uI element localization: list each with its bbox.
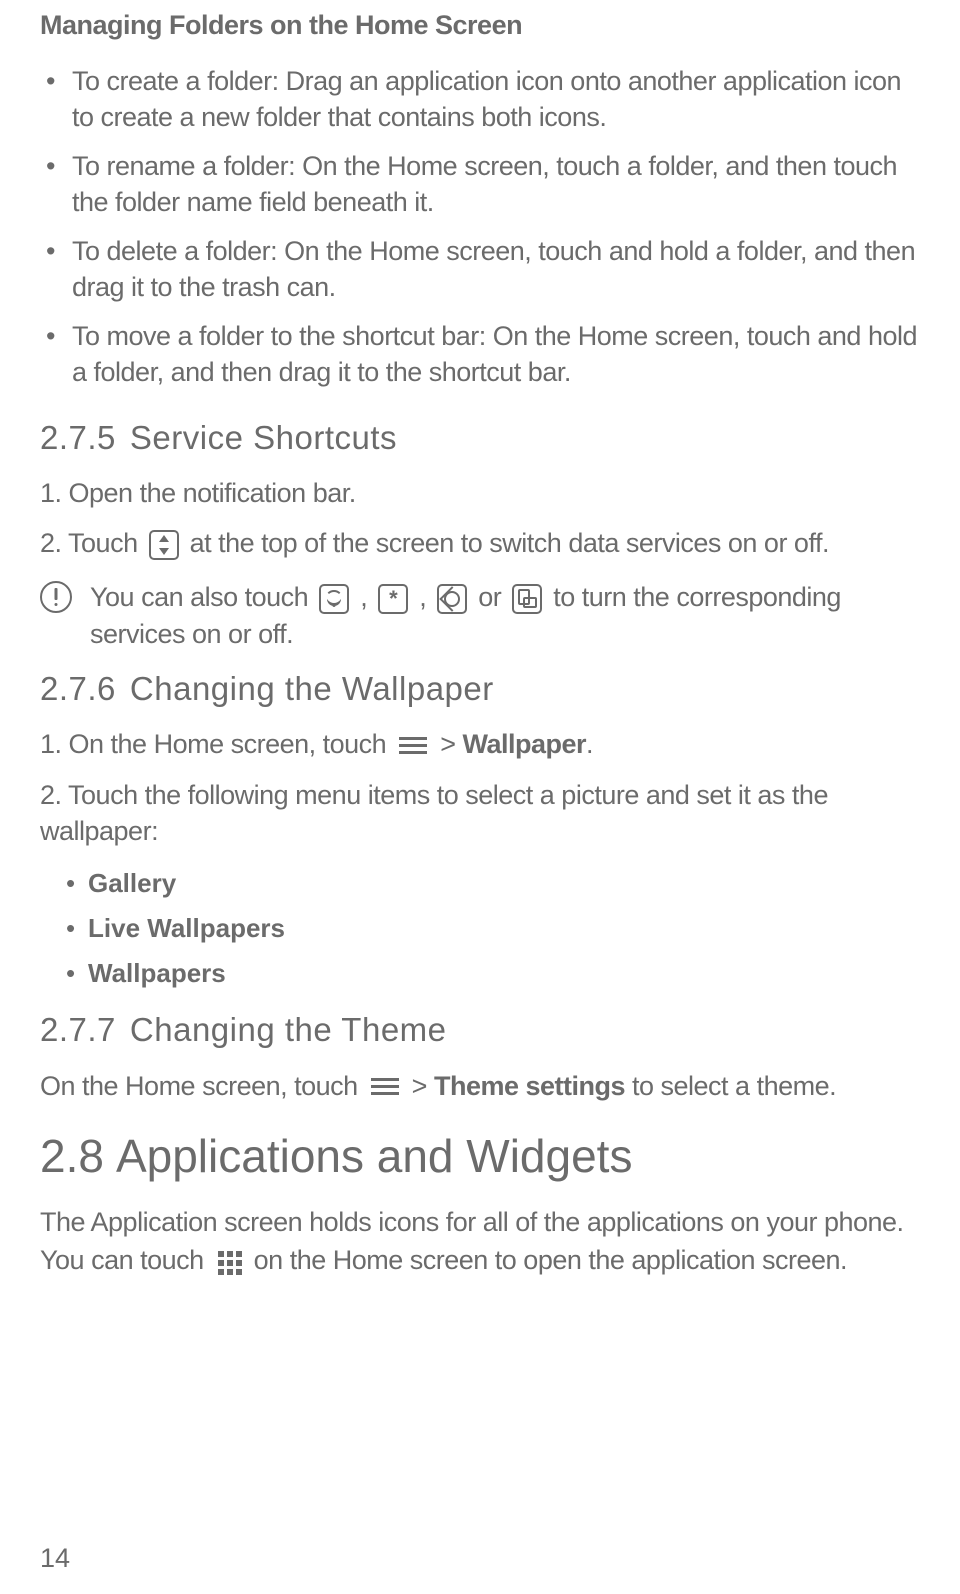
list-item: To create a folder: Drag an application …	[40, 63, 920, 136]
gps-icon	[437, 584, 467, 614]
menu-icon	[371, 1076, 399, 1098]
heading-managing-folders: Managing Folders on the Home Screen	[40, 10, 920, 41]
text-part: .	[586, 729, 593, 759]
folder-bullet-list: To create a folder: Drag an application …	[40, 63, 920, 391]
info-icon	[40, 581, 72, 613]
section-changing-theme: 2.7.7 Changing the Theme	[40, 1011, 920, 1049]
page-number: 14	[40, 1543, 70, 1574]
step-text: 2. Touch the following menu items to sel…	[40, 777, 920, 850]
list-item: To move a folder to the shortcut bar: On…	[40, 318, 920, 391]
text-part: 1. On the Home screen, touch	[40, 729, 393, 759]
step-text: 2. Touch at the top of the screen to swi…	[40, 525, 920, 561]
wallpaper-options-list: Gallery Live Wallpapers Wallpapers	[60, 864, 920, 993]
section-changing-wallpaper: 2.7.6 Changing the Wallpaper	[40, 670, 920, 708]
section-service-shortcuts: 2.7.5 Service Shortcuts	[40, 419, 920, 457]
data-toggle-icon	[149, 530, 179, 560]
section-title: Service Shortcuts	[130, 419, 397, 456]
section-title: Changing the Theme	[130, 1011, 447, 1048]
step-text: 1. Open the notification bar.	[40, 475, 920, 511]
section-number: 2.7.5	[40, 419, 116, 456]
section-number: 2.8	[40, 1130, 104, 1182]
list-item: Live Wallpapers	[60, 909, 920, 948]
text-part: on the Home screen to open the applicati…	[247, 1245, 847, 1275]
section-number: 2.7.6	[40, 670, 116, 707]
auto-rotate-icon	[512, 584, 542, 614]
text-part: >	[433, 729, 462, 759]
text-part: ,	[353, 582, 374, 612]
text-part: or	[471, 582, 508, 612]
bold-text: Live Wallpapers	[88, 913, 285, 943]
list-item: Wallpapers	[60, 954, 920, 993]
list-item: Gallery	[60, 864, 920, 903]
bold-text: Wallpaper	[462, 729, 586, 759]
list-item: To rename a folder: On the Home screen, …	[40, 148, 920, 221]
bold-text: Gallery	[88, 868, 176, 898]
section-title: Changing the Wallpaper	[130, 670, 494, 707]
step-text: 1. On the Home screen, touch > Wallpaper…	[40, 726, 920, 762]
section-applications-widgets: 2.8Applications and Widgets	[40, 1129, 920, 1183]
info-note: You can also touch , , or to turn the co…	[40, 579, 920, 652]
text-part: You can also touch	[90, 582, 315, 612]
text-part: at the top of the screen to switch data …	[183, 528, 829, 558]
section-title: Applications and Widgets	[116, 1130, 633, 1182]
text-part: ,	[412, 582, 433, 612]
bold-text: Wallpapers	[88, 958, 226, 988]
bluetooth-icon	[378, 584, 408, 614]
wifi-icon	[319, 584, 349, 614]
bold-text: Theme settings	[434, 1071, 625, 1101]
text-part: >	[405, 1071, 434, 1101]
section-number: 2.7.7	[40, 1011, 116, 1048]
list-item: To delete a folder: On the Home screen, …	[40, 233, 920, 306]
paragraph-text: The Application screen holds icons for a…	[40, 1203, 920, 1280]
menu-icon	[399, 735, 427, 757]
apps-grid-icon	[217, 1250, 241, 1274]
text-part: On the Home screen, touch	[40, 1071, 365, 1101]
paragraph-text: On the Home screen, touch > Theme settin…	[40, 1067, 920, 1105]
text-part: to select a theme.	[625, 1071, 836, 1101]
text-part: 2. Touch	[40, 528, 145, 558]
info-text: You can also touch , , or to turn the co…	[90, 579, 920, 652]
